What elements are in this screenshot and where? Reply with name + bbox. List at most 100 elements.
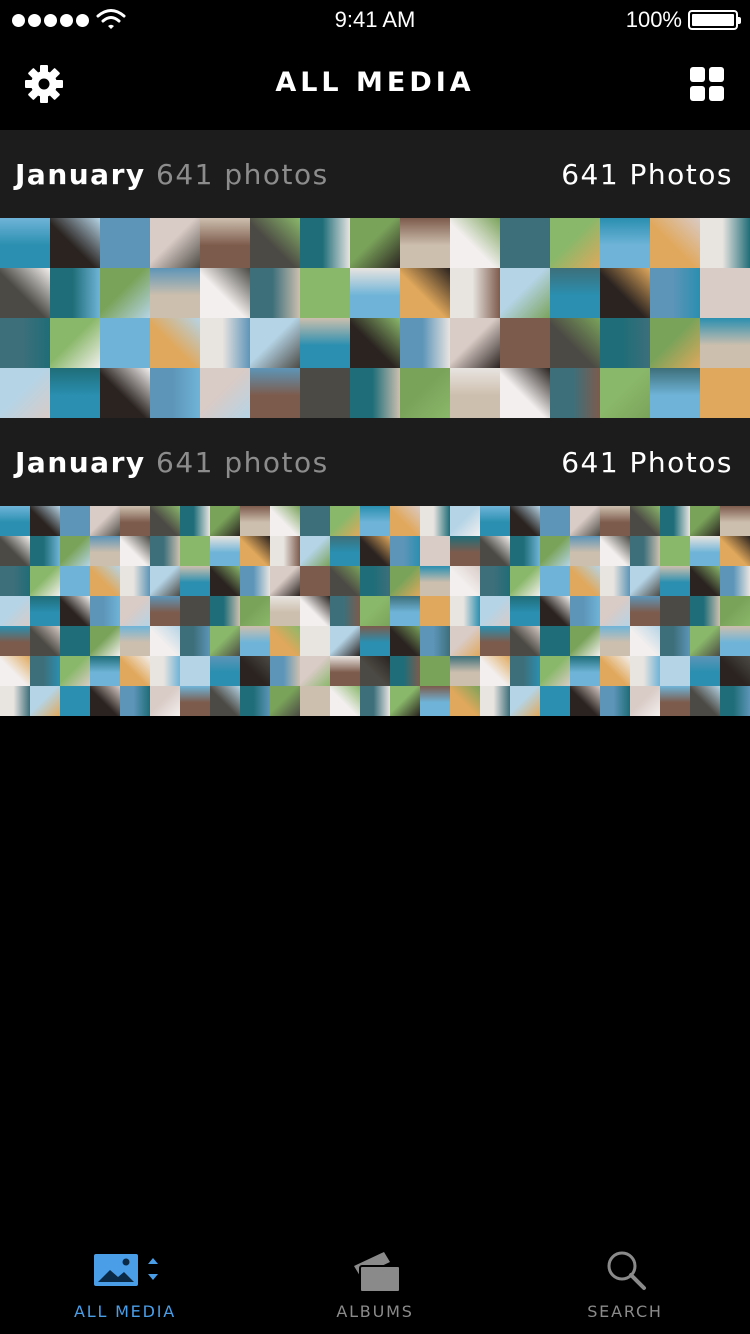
photo-thumbnail[interactable]: [630, 596, 660, 626]
photo-thumbnail[interactable]: [300, 536, 330, 566]
photo-thumbnail[interactable]: [180, 566, 210, 596]
photo-thumbnail[interactable]: [200, 368, 250, 418]
photo-thumbnail[interactable]: [480, 566, 510, 596]
photo-thumbnail[interactable]: [0, 536, 30, 566]
photo-thumbnail[interactable]: [500, 218, 550, 268]
photo-thumbnail[interactable]: [450, 656, 480, 686]
photo-thumbnail[interactable]: [450, 536, 480, 566]
photo-thumbnail[interactable]: [300, 368, 350, 418]
photo-thumbnail[interactable]: [50, 218, 100, 268]
photo-thumbnail[interactable]: [480, 536, 510, 566]
photo-thumbnail[interactable]: [360, 506, 390, 536]
tab-search[interactable]: SEARCH: [500, 1234, 750, 1334]
photo-thumbnail[interactable]: [540, 596, 570, 626]
photo-thumbnail[interactable]: [210, 536, 240, 566]
photo-thumbnail[interactable]: [690, 686, 720, 716]
photo-thumbnail[interactable]: [150, 596, 180, 626]
photo-thumbnail[interactable]: [600, 536, 630, 566]
photo-thumbnail[interactable]: [30, 656, 60, 686]
photo-thumbnail[interactable]: [50, 318, 100, 368]
photo-thumbnail[interactable]: [150, 656, 180, 686]
photo-thumbnail[interactable]: [100, 318, 150, 368]
photo-thumbnail[interactable]: [120, 536, 150, 566]
photo-thumbnail[interactable]: [30, 536, 60, 566]
photo-thumbnail[interactable]: [550, 368, 600, 418]
photo-thumbnail[interactable]: [210, 686, 240, 716]
photo-thumbnail[interactable]: [210, 626, 240, 656]
photo-thumbnail[interactable]: [420, 686, 450, 716]
photo-thumbnail[interactable]: [300, 656, 330, 686]
photo-thumbnail[interactable]: [200, 318, 250, 368]
photo-thumbnail[interactable]: [720, 566, 750, 596]
photo-thumbnail[interactable]: [400, 268, 450, 318]
photo-thumbnail[interactable]: [30, 506, 60, 536]
photo-thumbnail[interactable]: [330, 536, 360, 566]
photo-thumbnail[interactable]: [300, 596, 330, 626]
photo-thumbnail[interactable]: [550, 268, 600, 318]
photo-thumbnail[interactable]: [420, 596, 450, 626]
photo-thumbnail[interactable]: [120, 566, 150, 596]
photo-thumbnail[interactable]: [330, 596, 360, 626]
photo-thumbnail[interactable]: [600, 686, 630, 716]
photo-thumbnail[interactable]: [450, 596, 480, 626]
photo-thumbnail[interactable]: [150, 686, 180, 716]
photo-thumbnail[interactable]: [200, 218, 250, 268]
photo-thumbnail[interactable]: [120, 596, 150, 626]
photo-thumbnail[interactable]: [450, 506, 480, 536]
photo-thumbnail[interactable]: [600, 318, 650, 368]
photo-thumbnail[interactable]: [500, 368, 550, 418]
section-total[interactable]: 641 Photos: [561, 446, 733, 479]
photo-thumbnail[interactable]: [650, 268, 700, 318]
photo-thumbnail[interactable]: [60, 536, 90, 566]
photo-thumbnail[interactable]: [690, 626, 720, 656]
photo-thumbnail[interactable]: [690, 506, 720, 536]
photo-thumbnail[interactable]: [390, 626, 420, 656]
photo-thumbnail[interactable]: [510, 686, 540, 716]
photo-thumbnail[interactable]: [90, 626, 120, 656]
photo-thumbnail[interactable]: [180, 596, 210, 626]
photo-thumbnail[interactable]: [240, 566, 270, 596]
photo-thumbnail[interactable]: [660, 566, 690, 596]
photo-thumbnail[interactable]: [420, 626, 450, 656]
photo-thumbnail[interactable]: [60, 506, 90, 536]
tab-all-media[interactable]: ALL MEDIA: [0, 1234, 250, 1334]
tab-albums[interactable]: ALBUMS: [250, 1234, 500, 1334]
photo-thumbnail[interactable]: [630, 626, 660, 656]
photo-thumbnail[interactable]: [250, 218, 300, 268]
photo-thumbnail[interactable]: [270, 566, 300, 596]
photo-thumbnail[interactable]: [420, 656, 450, 686]
photo-thumbnail[interactable]: [630, 506, 660, 536]
photo-thumbnail[interactable]: [180, 686, 210, 716]
photo-thumbnail[interactable]: [360, 626, 390, 656]
photo-thumbnail[interactable]: [480, 506, 510, 536]
photo-thumbnail[interactable]: [300, 268, 350, 318]
photo-thumbnail[interactable]: [420, 566, 450, 596]
photo-thumbnail[interactable]: [330, 686, 360, 716]
section-total[interactable]: 641 Photos: [561, 158, 733, 191]
photo-thumbnail[interactable]: [390, 566, 420, 596]
photo-thumbnail[interactable]: [200, 268, 250, 318]
photo-thumbnail[interactable]: [720, 626, 750, 656]
photo-thumbnail[interactable]: [450, 318, 500, 368]
photo-thumbnail[interactable]: [350, 218, 400, 268]
photo-thumbnail[interactable]: [700, 218, 750, 268]
photo-thumbnail[interactable]: [350, 318, 400, 368]
photo-thumbnail[interactable]: [660, 656, 690, 686]
photo-thumbnail[interactable]: [450, 566, 480, 596]
photo-thumbnail[interactable]: [540, 656, 570, 686]
photo-thumbnail[interactable]: [270, 506, 300, 536]
photo-thumbnail[interactable]: [0, 566, 30, 596]
photo-thumbnail[interactable]: [60, 686, 90, 716]
photo-thumbnail[interactable]: [350, 368, 400, 418]
photo-thumbnail[interactable]: [180, 656, 210, 686]
photo-thumbnail[interactable]: [300, 506, 330, 536]
photo-thumbnail[interactable]: [150, 218, 200, 268]
photo-thumbnail[interactable]: [210, 656, 240, 686]
photo-thumbnail[interactable]: [330, 506, 360, 536]
photo-thumbnail[interactable]: [240, 596, 270, 626]
photo-thumbnail[interactable]: [50, 368, 100, 418]
photo-thumbnail[interactable]: [0, 596, 30, 626]
photo-thumbnail[interactable]: [450, 368, 500, 418]
photo-thumbnail[interactable]: [480, 626, 510, 656]
photo-thumbnail[interactable]: [0, 268, 50, 318]
